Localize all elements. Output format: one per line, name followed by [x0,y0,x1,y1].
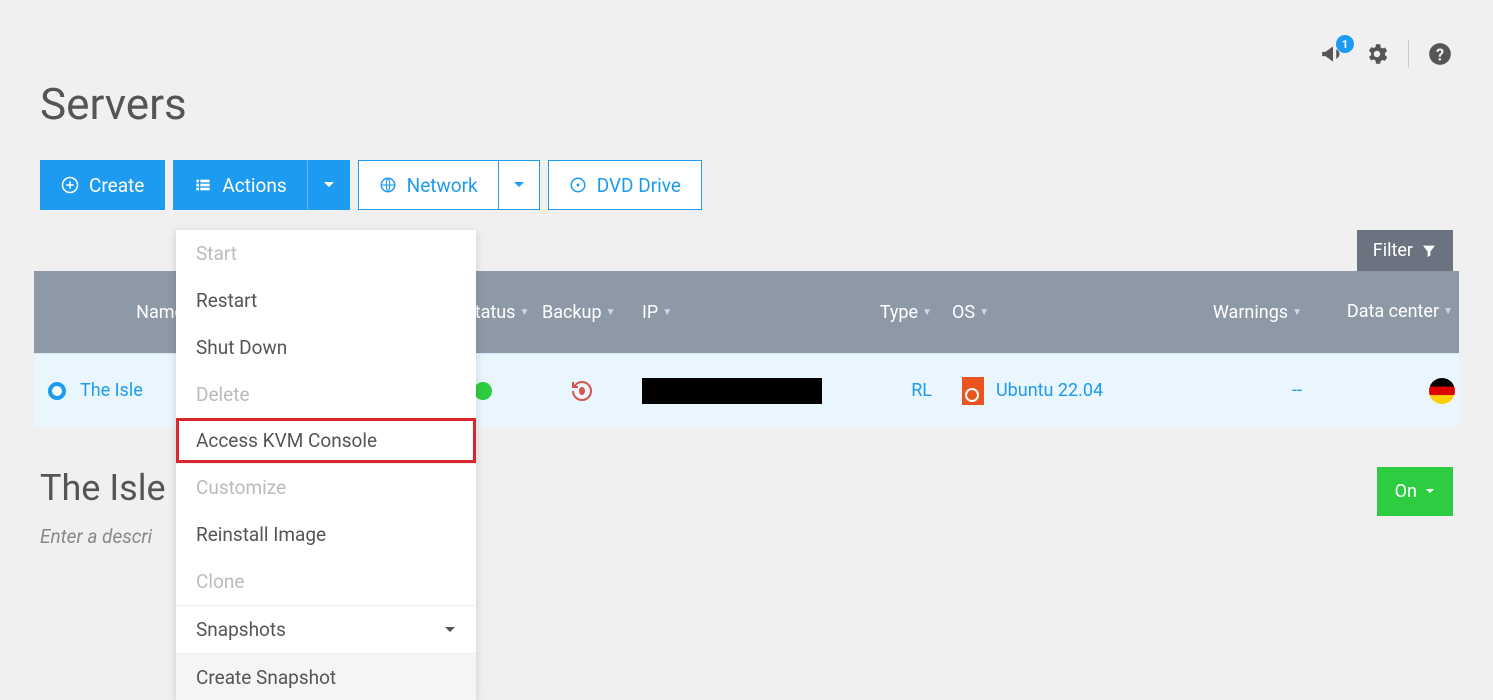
menu-item-shutdown[interactable]: Shut Down [176,324,476,371]
ip-address [642,378,822,404]
col-datacenter[interactable]: Data center▼ [1312,302,1459,322]
disc-icon [569,176,587,194]
announcements-icon[interactable]: 1 [1320,41,1346,67]
menu-item-reinstall[interactable]: Reinstall Image [176,511,476,558]
actions-dropdown: Start Restart Shut Down Delete Access KV… [176,230,476,700]
network-caret[interactable] [498,160,540,210]
list-icon [194,177,212,193]
create-button[interactable]: Create [40,160,165,210]
col-backup[interactable]: Backup▼ [532,302,632,323]
actions-caret[interactable] [308,160,350,210]
flag-germany-icon [1429,378,1455,404]
detail-description[interactable]: Enter a descri [40,525,166,548]
detail-title: The Isle [40,467,166,509]
col-os[interactable]: OS▼ [942,302,1172,323]
chevron-down-icon [1425,488,1435,495]
menu-item-start: Start [176,230,476,277]
menu-item-kvm[interactable]: Access KVM Console [176,418,476,463]
dvd-drive-button[interactable]: DVD Drive [548,160,702,210]
ubuntu-icon [962,377,984,405]
menu-item-customize: Customize [176,463,476,511]
notification-badge: 1 [1336,35,1354,53]
filter-button[interactable]: Filter [1357,230,1453,271]
power-button[interactable]: On [1377,467,1453,516]
svg-text:?: ? [1436,46,1444,65]
actions-button[interactable]: Actions [173,160,307,210]
gear-icon[interactable] [1364,41,1390,67]
menu-item-delete: Delete [176,371,476,418]
col-warnings[interactable]: Warnings▼ [1172,302,1312,323]
chevron-down-icon [323,181,335,189]
plus-circle-icon [61,176,79,194]
col-type[interactable]: Type▼ [832,302,942,323]
menu-item-create-snapshot[interactable]: Create Snapshot [176,653,476,700]
os-link[interactable]: Ubuntu 22.04 [996,380,1103,401]
menu-item-restart[interactable]: Restart [176,277,476,324]
backup-restore-icon[interactable] [570,379,594,403]
page-title: Servers [0,68,1493,160]
status-indicator [474,382,492,400]
globe-icon [379,176,397,194]
menu-item-clone: Clone [176,558,476,605]
divider [1408,40,1409,68]
warnings-cell: -- [1172,380,1312,401]
help-icon[interactable]: ? [1427,41,1453,67]
network-button[interactable]: Network [358,160,498,210]
col-ip[interactable]: IP▼ [632,302,832,323]
server-type: RL [832,380,942,401]
filter-icon [1421,243,1437,259]
row-radio[interactable] [48,382,66,400]
chevron-down-icon [513,181,525,189]
server-name-link[interactable]: The Isle [80,380,143,401]
menu-item-snapshots[interactable]: Snapshots [176,605,476,653]
chevron-down-icon [444,626,456,634]
